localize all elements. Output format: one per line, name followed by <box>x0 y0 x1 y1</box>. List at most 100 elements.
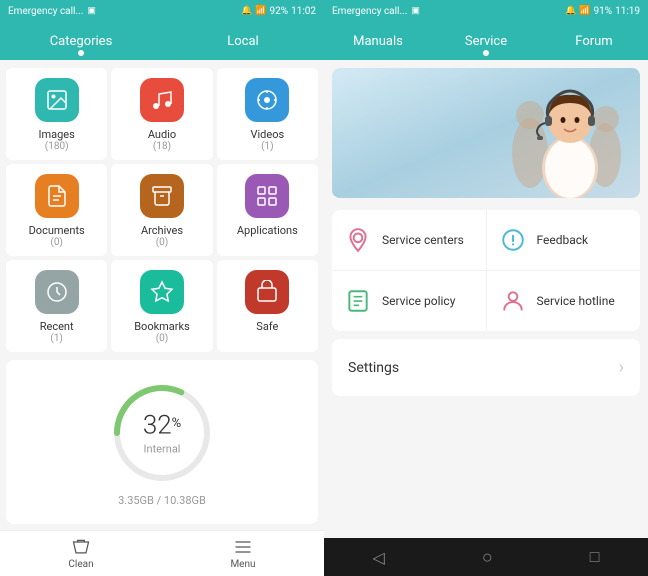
clean-label: Clean <box>68 559 93 570</box>
clean-icon <box>71 537 91 557</box>
archives-count: (0) <box>156 237 169 248</box>
right-status-bar: Emergency call... ▣ 🔔 📶 91% 11:19 <box>324 0 648 22</box>
service-centers-icon <box>344 226 372 254</box>
applications-label: Applications <box>237 224 298 237</box>
videos-count: (1) <box>261 141 274 152</box>
service-centers-item[interactable]: Service centers <box>332 210 487 270</box>
signal-icon: ▣ <box>87 6 96 16</box>
archives-label: Archives <box>141 224 183 237</box>
menu-label: Menu <box>230 559 255 570</box>
right-nav-bar: ◁ ○ □ <box>324 538 648 576</box>
safe-label: Safe <box>256 320 278 333</box>
left-status-bar: Emergency call... ▣ 🔔 📶 92% 11:02 <box>0 0 324 22</box>
right-panel: Emergency call... ▣ 🔔 📶 91% 11:19 Manual… <box>324 0 648 576</box>
documents-label: Documents <box>29 224 85 237</box>
category-grid: Images (180) Audio (18) Videos (1) Docum… <box>0 60 324 356</box>
service-policy-label: Service policy <box>382 294 455 308</box>
left-panel: Emergency call... ▣ 🔔 📶 92% 11:02 Catego… <box>0 0 324 576</box>
wifi-icon-right: 📶 <box>579 6 590 16</box>
grid-item-bookmarks[interactable]: Bookmarks (0) <box>111 260 212 352</box>
tab-categories[interactable]: Categories <box>0 22 162 60</box>
back-button[interactable]: ◁ <box>373 548 385 567</box>
storage-detail: 3.35GB / 10.38GB <box>118 494 206 507</box>
feedback-label: Feedback <box>537 233 589 247</box>
left-app-name: Emergency call... ▣ <box>8 6 96 17</box>
service-row-1: Service centers Feedback <box>332 210 640 271</box>
percent-sign: % <box>172 416 182 431</box>
left-tab-bar: Categories Local <box>0 22 324 60</box>
videos-label: Videos <box>250 128 284 141</box>
progress-text: 32% Internal <box>143 410 181 455</box>
grid-item-recent[interactable]: Recent (1) <box>6 260 107 352</box>
service-hero-image <box>332 68 640 198</box>
progress-number: 32 <box>143 410 172 440</box>
chevron-right-icon: › <box>619 357 624 378</box>
recent-button[interactable]: □ <box>590 547 600 567</box>
safe-icon <box>245 270 289 314</box>
tab-manuals[interactable]: Manuals <box>324 22 432 60</box>
emergency-call-right: Emergency call... <box>332 6 407 17</box>
images-count: (180) <box>45 141 69 152</box>
audio-label: Audio <box>148 128 176 141</box>
battery-left: 92% <box>270 6 289 17</box>
documents-count: (0) <box>50 237 63 248</box>
time-right: 11:19 <box>615 6 640 17</box>
audio-icon <box>140 78 184 122</box>
grid-item-documents[interactable]: Documents (0) <box>6 164 107 256</box>
service-centers-label: Service centers <box>382 233 464 247</box>
left-bottom-bar: Clean Menu <box>0 530 324 576</box>
images-label: Images <box>39 128 75 141</box>
feedback-item[interactable]: Feedback <box>487 210 641 270</box>
service-row-2: Service policy Service hotline <box>332 271 640 331</box>
images-icon <box>35 78 79 122</box>
audio-count: (18) <box>153 141 171 152</box>
videos-icon <box>245 78 289 122</box>
storage-section: 32% Internal 3.35GB / 10.38GB <box>6 360 318 524</box>
storage-label: Internal <box>143 442 181 455</box>
bookmarks-label: Bookmarks <box>134 320 190 333</box>
service-hotline-icon <box>499 287 527 315</box>
documents-icon <box>35 174 79 218</box>
right-app-name: Emergency call... ▣ <box>332 6 420 17</box>
battery-right: 91% <box>594 6 613 17</box>
grid-item-archives[interactable]: Archives (0) <box>111 164 212 256</box>
recent-label: Recent <box>40 320 74 333</box>
bell-icon: 🔔 <box>241 6 252 16</box>
grid-item-applications[interactable]: Applications <box>217 164 318 256</box>
grid-item-videos[interactable]: Videos (1) <box>217 68 318 160</box>
feedback-icon <box>499 226 527 254</box>
tab-service[interactable]: Service <box>432 22 540 60</box>
tab-local[interactable]: Local <box>162 22 324 60</box>
service-hotline-label: Service hotline <box>537 294 615 308</box>
clean-button[interactable]: Clean <box>0 531 162 576</box>
bookmarks-count: (0) <box>156 333 169 344</box>
settings-label: Settings <box>348 360 399 376</box>
right-status-right: 🔔 📶 91% 11:19 <box>565 6 640 17</box>
circular-progress: 32% Internal <box>107 378 217 488</box>
tab-forum[interactable]: Forum <box>540 22 648 60</box>
right-tab-bar: Manuals Service Forum <box>324 22 648 60</box>
bell-icon-right: 🔔 <box>565 6 576 16</box>
emergency-call-left: Emergency call... <box>8 6 83 17</box>
menu-icon <box>233 537 253 557</box>
applications-icon <box>245 174 289 218</box>
time-left: 11:02 <box>291 6 316 17</box>
bookmarks-icon <box>140 270 184 314</box>
archives-icon <box>140 174 184 218</box>
service-hotline-item[interactable]: Service hotline <box>487 271 641 331</box>
grid-item-audio[interactable]: Audio (18) <box>111 68 212 160</box>
home-button[interactable]: ○ <box>482 547 493 568</box>
left-status-right: 🔔 📶 92% 11:02 <box>241 6 316 17</box>
grid-item-safe[interactable]: Safe <box>217 260 318 352</box>
service-grid: Service centers Feedback <box>332 210 640 331</box>
service-policy-icon <box>344 287 372 315</box>
service-policy-item[interactable]: Service policy <box>332 271 487 331</box>
menu-button[interactable]: Menu <box>162 531 324 576</box>
signal-icon-right: ▣ <box>411 6 420 16</box>
hero-background <box>332 68 640 198</box>
main-person-svg <box>510 73 630 198</box>
wifi-icon: 📶 <box>255 6 266 16</box>
settings-row[interactable]: Settings › <box>332 339 640 396</box>
grid-item-images[interactable]: Images (180) <box>6 68 107 160</box>
recent-icon <box>35 270 79 314</box>
